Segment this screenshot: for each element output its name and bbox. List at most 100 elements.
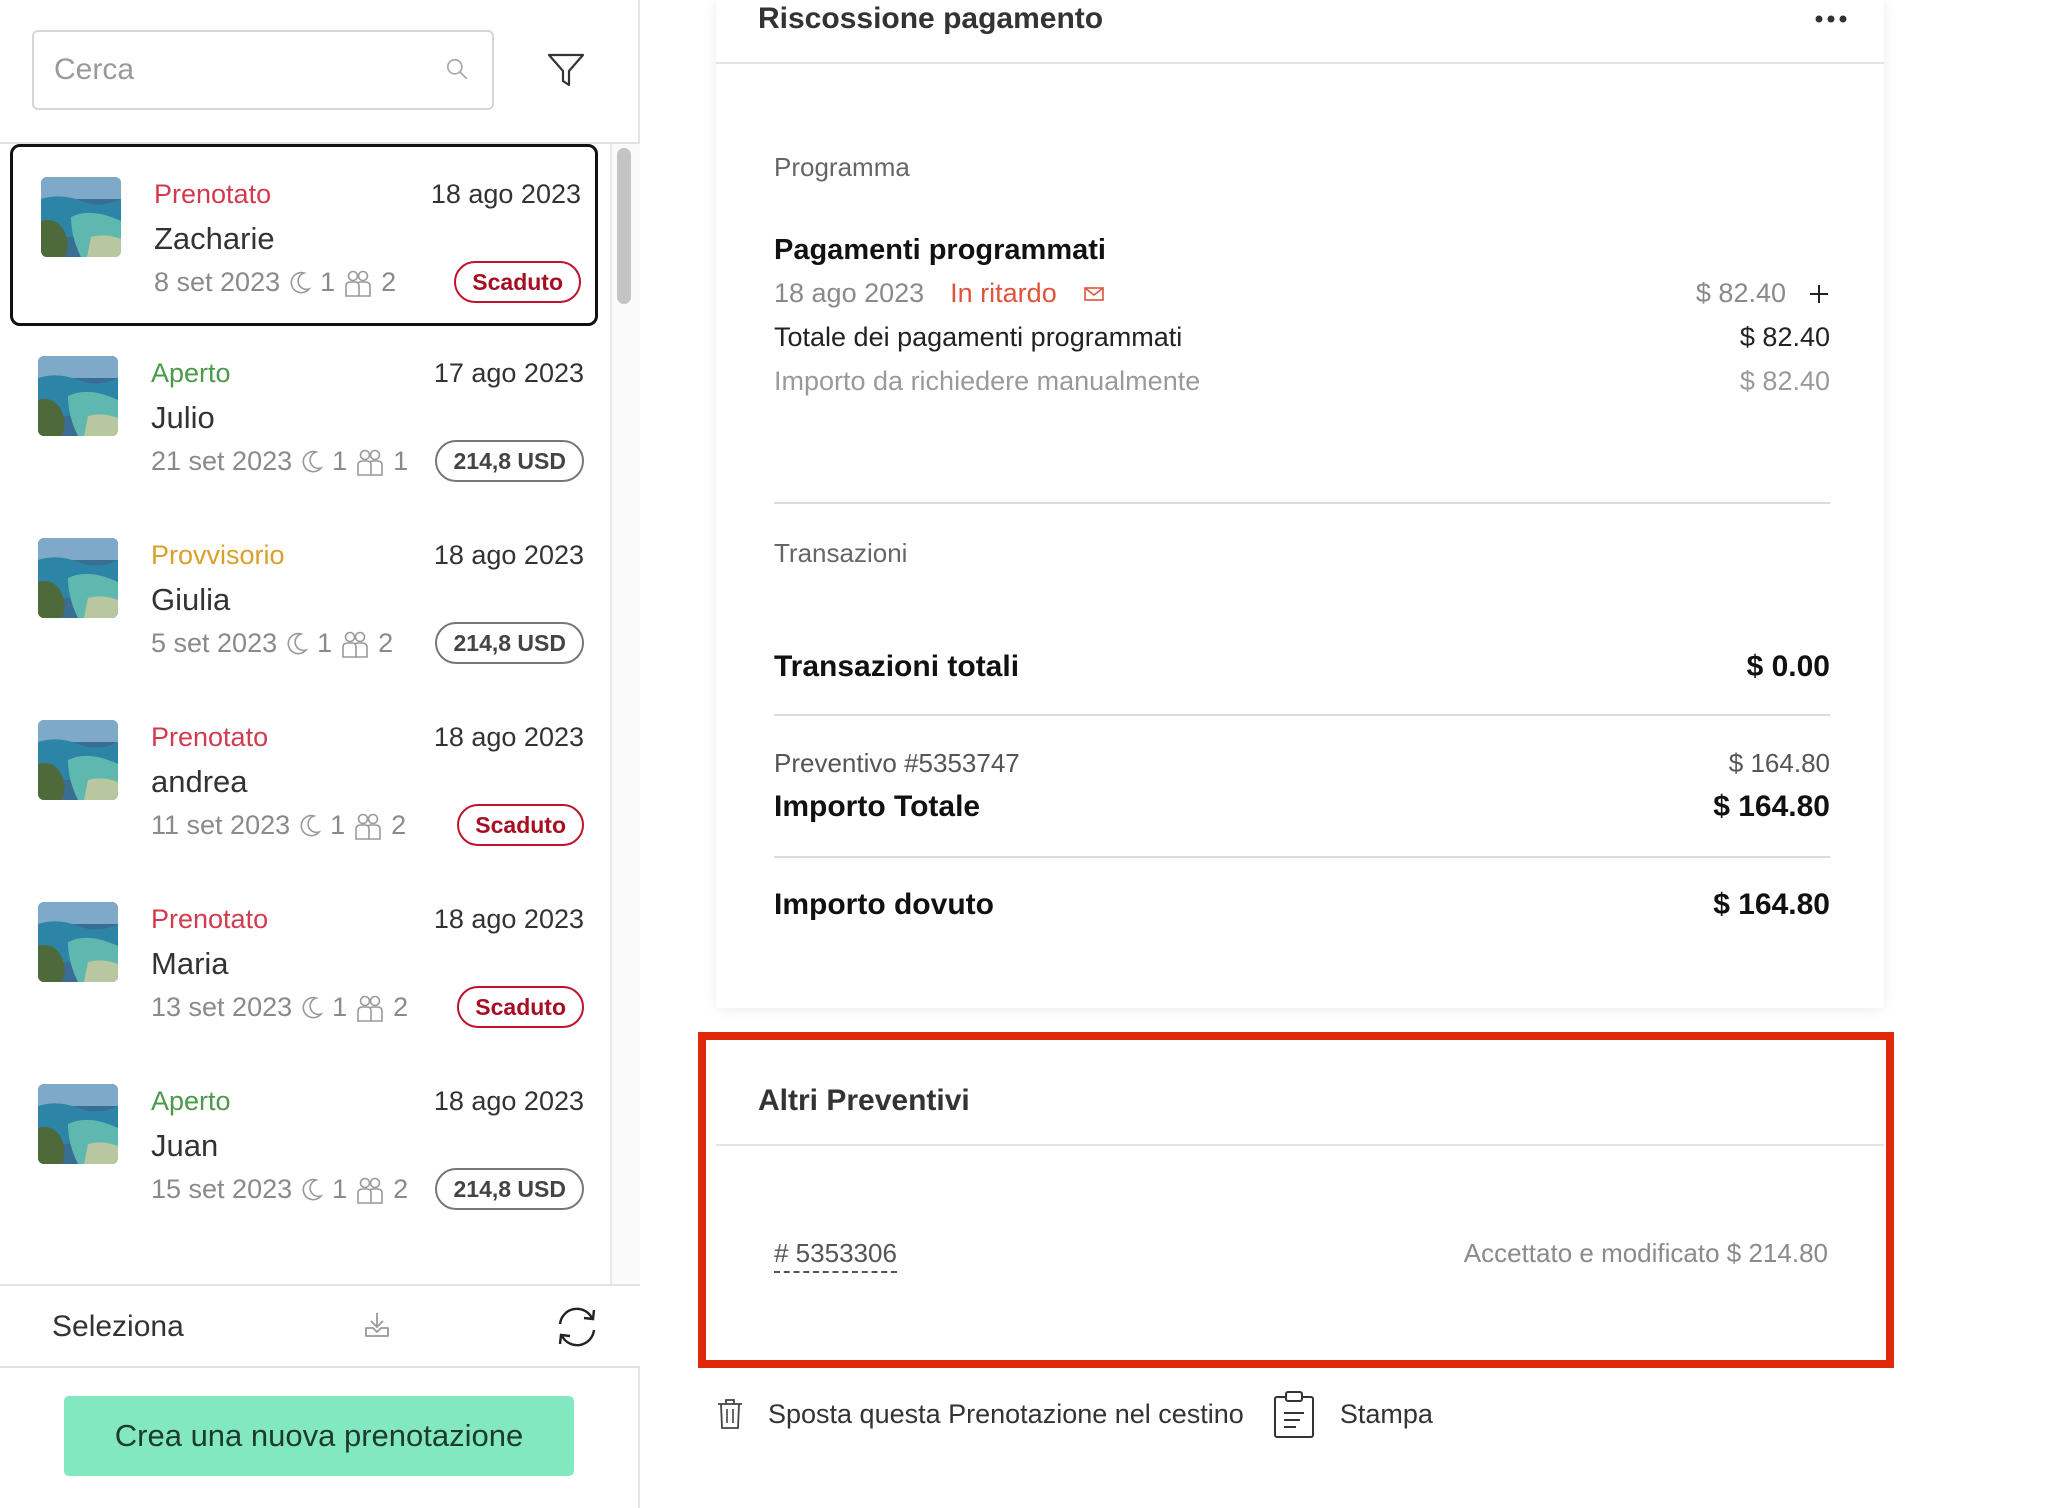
guest-name: Julio <box>151 400 215 435</box>
scheduled-payment-date: 18 ago 2023 <box>774 278 925 308</box>
sidebar-footer: Seleziona <box>0 1284 640 1368</box>
checkin-date: 13 set 2023 <box>151 992 293 1022</box>
overdue-status: In ritardo <box>950 278 1057 308</box>
nights-moon-icon <box>287 632 309 654</box>
search-box <box>32 30 494 110</box>
guests-icon <box>357 995 383 1022</box>
booking-date: 18 ago 2023 <box>433 722 584 752</box>
booking-list-item[interactable]: Prenotato 18 ago 2023 Maria 13 set 2023 1 2 Sc… <box>10 872 598 1054</box>
print-icon <box>1273 1391 1314 1438</box>
nights-count: 1 <box>330 810 346 840</box>
quote-amount: $ 164.80 <box>1728 748 1830 778</box>
nights-moon-icon <box>300 814 322 836</box>
payment-card-title: Riscossione pagamento <box>758 2 1104 35</box>
guest-name: Juan <box>151 1128 219 1163</box>
guests-count: 2 <box>393 992 409 1022</box>
booking-meta: 8 set 2023 1 2 <box>154 267 396 298</box>
guests-icon <box>355 813 381 840</box>
trash-label: Sposta questa Prenotazione nel cestino <box>768 1398 1244 1429</box>
manual-amount-value: $ 82.40 <box>1739 366 1830 396</box>
total-amount-row: Importo Totale $ 164.80 <box>774 790 1830 824</box>
trash-icon <box>718 1399 742 1429</box>
transactions-total-label: Transazioni totali <box>774 650 1020 683</box>
booking-meta: 15 set 2023 1 2 <box>151 1174 408 1205</box>
booking-status: Prenotato <box>151 722 269 752</box>
search-icon[interactable] <box>444 56 470 82</box>
divider <box>774 856 1830 858</box>
overdue-badge: Scaduto <box>457 804 584 846</box>
nights-count: 1 <box>332 992 348 1022</box>
booking-list-item[interactable]: Prenotato 18 ago 2023 andrea 11 set 2023 1 2 S… <box>10 690 598 872</box>
scrollbar-thumb[interactable] <box>617 148 631 304</box>
checkin-date: 5 set 2023 <box>151 628 278 658</box>
manual-amount-row: Importo da richiedere manualmente $ 82.4… <box>774 366 1830 397</box>
booking-status: Prenotato <box>154 179 272 209</box>
property-thumbnail <box>38 538 118 618</box>
guest-name: andrea <box>151 764 248 799</box>
guests-count: 1 <box>393 446 409 476</box>
refresh-icon[interactable] <box>552 1304 602 1350</box>
property-thumbnail <box>38 1084 118 1164</box>
booking-status: Provvisorio <box>151 540 285 570</box>
guest-name: Zacharie <box>154 221 275 256</box>
booking-date: 18 ago 2023 <box>433 904 584 934</box>
divider <box>774 714 1830 716</box>
mail-icon[interactable] <box>1083 286 1105 302</box>
checkin-date: 21 set 2023 <box>151 446 293 476</box>
amount-due-label: Importo dovuto <box>774 888 994 921</box>
filter-icon[interactable] <box>546 50 586 90</box>
booking-date: 18 ago 2023 <box>430 179 581 209</box>
guests-count: 2 <box>378 628 394 658</box>
highlight-frame <box>698 1032 1894 1368</box>
transactions-section-label: Transazioni <box>774 538 908 568</box>
nights-count: 1 <box>332 446 348 476</box>
nights-count: 1 <box>320 267 336 297</box>
new-booking-button[interactable]: Crea una nuova prenotazione <box>64 1396 574 1476</box>
booking-date: 18 ago 2023 <box>433 540 584 570</box>
transactions-total-amount: $ 0.00 <box>1746 650 1830 683</box>
scheduled-payments-title: Pagamenti programmati <box>774 234 1106 266</box>
quote-row: Preventivo #5353747 $ 164.80 <box>774 748 1830 779</box>
booking-list-item[interactable]: Aperto 17 ago 2023 Julio 21 set 2023 1 1 214,8… <box>10 326 598 508</box>
property-thumbnail <box>38 538 118 618</box>
divider <box>774 502 1830 504</box>
scrollbar-track[interactable] <box>610 144 640 1284</box>
trash-button[interactable]: Sposta questa Prenotazione nel cestino <box>716 1397 1244 1431</box>
booking-list-item[interactable]: Provvisorio 18 ago 2023 Giulia 5 set 2023 1 2… <box>10 508 598 690</box>
booking-date: 18 ago 2023 <box>433 1086 584 1116</box>
scheduled-payment-row: 18 ago 2023 In ritardo $ 82.40 <box>774 278 1830 309</box>
booking-status: Prenotato <box>151 904 269 934</box>
quote-label: Preventivo #5353747 <box>774 748 1020 778</box>
property-thumbnail <box>38 720 118 800</box>
property-thumbnail <box>38 902 118 982</box>
guests-icon <box>342 631 368 658</box>
guests-count: 2 <box>391 810 407 840</box>
plus-icon[interactable] <box>1808 283 1830 305</box>
guest-name: Giulia <box>151 582 231 617</box>
booking-status: Aperto <box>151 358 231 388</box>
booking-meta: 21 set 2023 1 1 <box>151 446 408 477</box>
property-thumbnail <box>38 356 118 436</box>
guests-icon <box>357 1177 383 1204</box>
download-icon[interactable] <box>362 1310 392 1340</box>
total-scheduled-row: Totale dei pagamenti programmati $ 82.40 <box>774 322 1830 353</box>
more-options-icon[interactable] <box>1814 12 1848 26</box>
payment-card-header: Riscossione pagamento <box>716 0 1884 64</box>
amount-badge: 214,8 USD <box>435 1168 584 1210</box>
booking-list-item[interactable]: Prenotato 18 ago 2023 Zacharie 8 set 2023 1 2… <box>10 144 598 326</box>
overdue-badge: Scaduto <box>457 986 584 1028</box>
overdue-badge: Scaduto <box>454 261 581 303</box>
nights-moon-icon <box>302 996 324 1018</box>
guests-count: 2 <box>393 1174 409 1204</box>
select-button[interactable]: Seleziona <box>52 1310 184 1344</box>
property-thumbnail <box>41 177 121 257</box>
booking-list-item[interactable]: Aperto 18 ago 2023 Juan 15 set 2023 1 2 214,8 … <box>10 1054 598 1236</box>
amount-badge: 214,8 USD <box>435 440 584 482</box>
property-thumbnail <box>38 1084 118 1164</box>
search-input[interactable] <box>34 32 414 108</box>
schedule-section-label: Programma <box>774 152 910 182</box>
booking-meta: 5 set 2023 1 2 <box>151 628 393 659</box>
transactions-total-row: Transazioni totali $ 0.00 <box>774 650 1830 684</box>
print-button[interactable]: Stampa <box>1272 1389 1433 1439</box>
booking-list[interactable]: Prenotato 18 ago 2023 Zacharie 8 set 2023 1 2… <box>0 142 640 1284</box>
